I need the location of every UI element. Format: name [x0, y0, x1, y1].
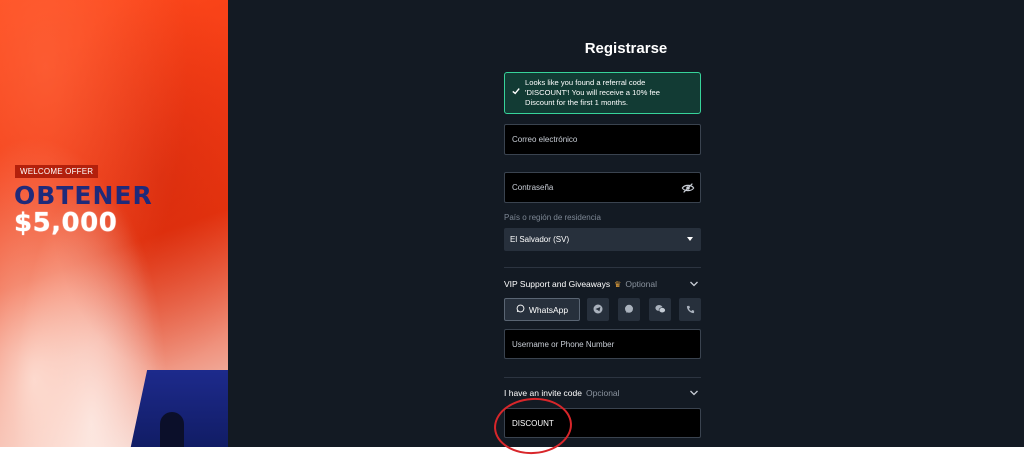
- phone-button[interactable]: [679, 298, 701, 321]
- country-label: País o región de residencia: [504, 213, 601, 222]
- promo-amount: $5,000: [14, 208, 118, 238]
- telegram-icon: [593, 301, 603, 319]
- promo-figure-graphic: [160, 412, 184, 447]
- referral-alert-line-1: Looks like you found a referral code: [525, 78, 646, 87]
- welcome-offer-badge: WELCOME OFFER: [15, 165, 99, 178]
- referral-alert: Looks like you found a referral code 'DI…: [504, 72, 701, 114]
- section-divider: [504, 377, 701, 378]
- caret-down-icon: [687, 237, 693, 241]
- whatsapp-icon: [516, 304, 525, 315]
- registration-panel: [228, 0, 1024, 447]
- email-placeholder: Correo electrónico: [512, 135, 578, 144]
- wechat-button[interactable]: [649, 298, 671, 321]
- referral-alert-line-2: 'DISCOUNT'! You will receive a 10% fee: [525, 88, 661, 97]
- password-placeholder: Contraseña: [512, 183, 554, 192]
- chat-button[interactable]: [618, 298, 640, 321]
- whatsapp-label: WhatsApp: [528, 304, 569, 315]
- country-select[interactable]: El Salvador (SV): [504, 228, 701, 251]
- chat-icon: [624, 301, 634, 319]
- referral-alert-line-3: Discount for the first 1 months.: [525, 98, 628, 107]
- eye-off-icon[interactable]: [681, 181, 695, 195]
- username-placeholder: Username or Phone Number: [512, 339, 615, 349]
- invite-optional-label: Opcional: [585, 388, 620, 398]
- whatsapp-button[interactable]: WhatsApp: [504, 298, 580, 321]
- phone-icon: [686, 301, 695, 319]
- promo-headline: OBTENER: [14, 181, 153, 210]
- vip-section-header[interactable]: VIP Support and Giveaways ♛ Optional: [504, 277, 701, 291]
- password-field[interactable]: Contraseña: [504, 172, 701, 203]
- invite-section-title: I have an invite code: [504, 388, 582, 398]
- vip-optional-label: Optional: [625, 279, 657, 289]
- chevron-down-icon[interactable]: [689, 388, 699, 398]
- page-title: Registrarse: [584, 40, 668, 57]
- section-divider: [504, 267, 701, 268]
- telegram-button[interactable]: [587, 298, 609, 321]
- country-value: El Salvador (SV): [510, 235, 570, 244]
- check-icon: [512, 87, 520, 95]
- vip-section-title: VIP Support and Giveaways: [504, 279, 611, 289]
- username-or-phone-field[interactable]: Username or Phone Number: [504, 329, 701, 359]
- wechat-icon: [654, 301, 666, 319]
- email-field[interactable]: Correo electrónico: [504, 124, 701, 155]
- crown-icon: ♛: [614, 279, 622, 289]
- promo-banner: WELCOME OFFER OBTENER $5,000: [0, 0, 228, 447]
- contact-method-selector: WhatsApp: [504, 298, 701, 321]
- chevron-down-icon[interactable]: [689, 279, 699, 289]
